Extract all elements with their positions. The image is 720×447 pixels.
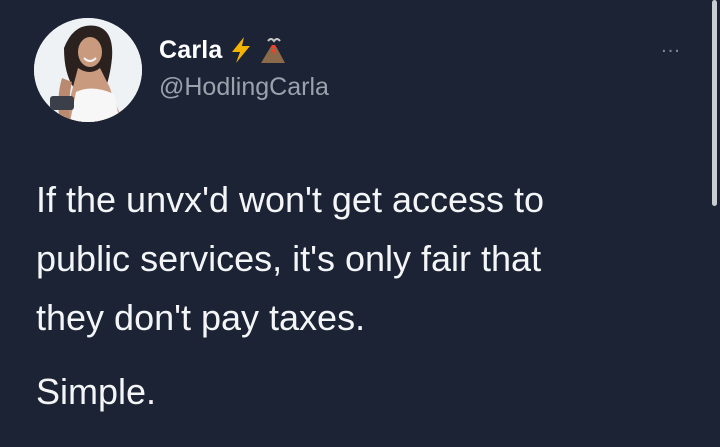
display-name[interactable]: Carla (159, 36, 223, 65)
display-name-row: Carla (159, 33, 287, 67)
tweet-card: Carla @HodlingCarla ... If the unvx'd wo… (0, 0, 720, 447)
avatar-photo (34, 18, 142, 122)
user-handle[interactable]: @HodlingCarla (159, 73, 329, 102)
tweet-body-text-closing: Simple. (36, 371, 157, 412)
scrollbar[interactable] (712, 0, 717, 206)
avatar[interactable] (34, 18, 142, 122)
more-options-button[interactable]: ... (656, 36, 686, 56)
volcano-icon (259, 35, 287, 65)
lightning-bolt-icon (227, 35, 255, 65)
tweet-body-text: If the unvx'd won't get access to public… (36, 179, 545, 338)
